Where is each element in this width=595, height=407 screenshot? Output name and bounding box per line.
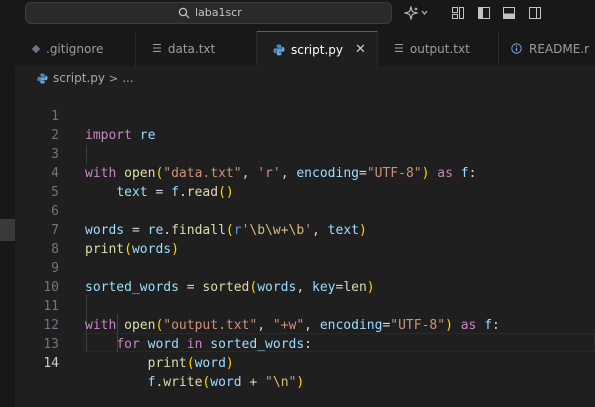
code-line: 2: [15, 107, 595, 143]
code-line: 13 print(word): [15, 316, 595, 371]
editor-tab-bar: .gitignore ☰ data.txt script.py ✕ ☰ outp…: [15, 31, 595, 67]
tab-label: README.r: [529, 41, 590, 56]
command-center-search[interactable]: laba1scr: [25, 2, 392, 24]
code-line: 9 sorted_words = sorted(words, key=len): [15, 240, 595, 295]
tab-gitignore[interactable]: .gitignore: [15, 31, 136, 66]
text-file-icon: ☰: [152, 42, 162, 55]
code-line: 1 import re: [15, 88, 595, 143]
code-line: 7 print(words): [15, 202, 595, 257]
code-line: 14 f.write(word + "\n"): [15, 335, 595, 390]
tab-script-py[interactable]: script.py ✕: [257, 31, 378, 67]
chevron-right-icon: >: [108, 71, 119, 85]
text-file-icon: ☰: [394, 42, 404, 55]
line-code: f.write(word + "\n"): [147, 375, 305, 390]
code-line: 10: [15, 259, 595, 295]
search-content: laba1scr: [178, 6, 242, 19]
line-number: 14: [43, 356, 59, 371]
toggle-secondary-sidebar-icon[interactable]: [528, 6, 542, 20]
tab-data-txt[interactable]: ☰ data.txt: [136, 31, 257, 66]
python-file-icon: [273, 44, 285, 55]
code-line: 3 with open("data.txt", 'r', encoding="U…: [15, 126, 595, 181]
search-icon: [178, 7, 190, 18]
code-line: 6 words = re.findall(r'\b\w+\b', text): [15, 183, 595, 238]
breadcrumb-file[interactable]: script.py: [53, 71, 105, 85]
toggle-panel-icon[interactable]: [502, 6, 516, 20]
gitignore-file-icon: [31, 44, 41, 53]
tab-label: output.txt: [409, 41, 470, 56]
code-line: 5: [15, 164, 595, 200]
code-editor[interactable]: 1 import re 2 3 with open("data.txt", 'r…: [15, 88, 595, 407]
code-line: 8: [15, 221, 595, 257]
code-line: 12 for word in sorted_words:: [15, 297, 595, 352]
copilot-sparkle-icon[interactable]: [404, 6, 428, 20]
tab-readme[interactable]: README.r: [499, 31, 595, 66]
tab-label: script.py: [291, 42, 343, 57]
customize-layout-icon[interactable]: [451, 6, 465, 20]
title-bar: laba1scr: [0, 0, 595, 31]
close-icon[interactable]: ✕: [355, 42, 366, 57]
search-text: laba1scr: [195, 6, 242, 19]
activity-bar-active-item[interactable]: [0, 219, 15, 241]
python-file-icon: [37, 72, 48, 84]
tab-output-txt[interactable]: ☰ output.txt: [378, 31, 499, 66]
info-icon: [511, 43, 522, 54]
breadcrumb: script.py > ...: [37, 69, 134, 87]
tab-label: data.txt: [167, 41, 216, 56]
breadcrumb-symbols[interactable]: ...: [122, 71, 133, 85]
line-code: print(word): [147, 356, 234, 371]
tab-label: .gitignore: [46, 41, 104, 56]
toggle-primary-sidebar-icon[interactable]: [477, 6, 491, 20]
code-line: 4 text = f.read(): [15, 145, 595, 200]
code-line: 11 with open("output.txt", "+w", encodin…: [15, 278, 595, 333]
